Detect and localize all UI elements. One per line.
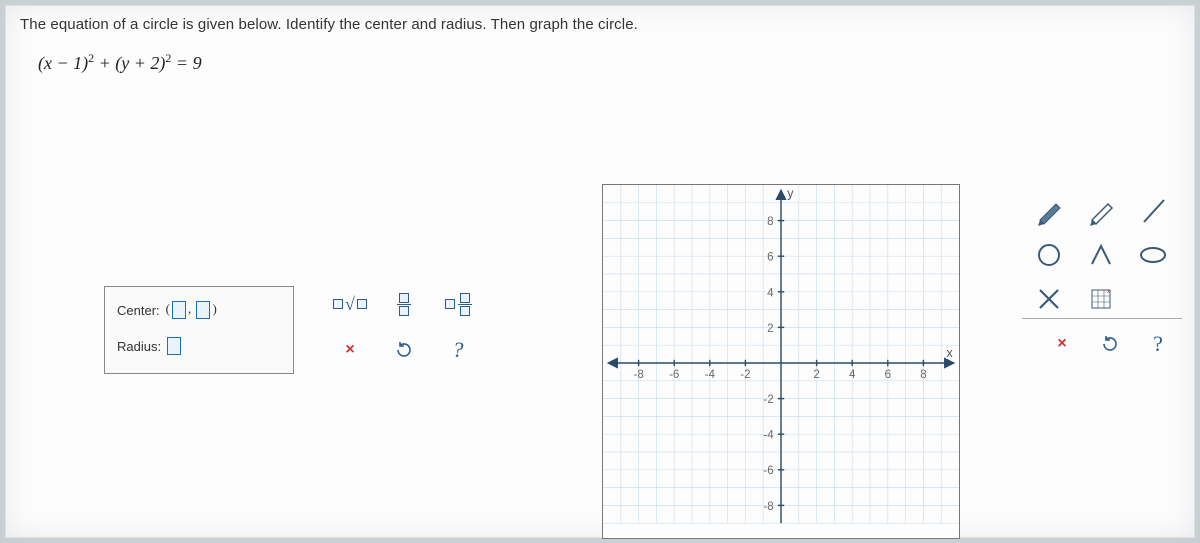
svg-text:-8: -8 xyxy=(763,501,773,513)
radius-row: Radius: xyxy=(117,337,281,355)
open-circle-icon[interactable] xyxy=(1026,234,1072,276)
svg-text:-4: -4 xyxy=(763,430,774,442)
pencil-fill-icon[interactable] xyxy=(1026,190,1072,232)
svg-text:8: 8 xyxy=(920,369,926,381)
svg-text:-2: -2 xyxy=(740,369,750,381)
fraction-button[interactable] xyxy=(380,284,428,324)
math-tool-palette: √ × ? xyxy=(326,284,490,370)
center-row: Center: (, ) xyxy=(117,301,281,319)
mixed-number-button[interactable] xyxy=(434,284,482,324)
radius-label: Radius: xyxy=(117,339,161,354)
graph-canvas[interactable]: -8 -6 -4 -2 2 4 6 8 8 6 4 2 -2 -4 -6 -8 x y xyxy=(602,184,960,539)
x-mark-icon[interactable] xyxy=(1026,278,1072,320)
x-axis-label: x xyxy=(947,346,954,360)
reset-graph-button[interactable] xyxy=(1090,326,1130,362)
svg-text:6: 6 xyxy=(885,369,891,381)
center-value: (, ) xyxy=(166,301,217,319)
clear-graph-button[interactable]: × xyxy=(1042,326,1082,362)
instruction-text: The equation of a circle is given below.… xyxy=(20,16,1180,33)
svg-text:-6: -6 xyxy=(763,465,773,477)
help-graph-button[interactable]: ? xyxy=(1138,326,1178,362)
sqrt-button[interactable]: √ xyxy=(326,284,374,324)
ellipse-tool-icon[interactable] xyxy=(1130,234,1176,276)
drawing-tool-palette: x xyxy=(1026,190,1176,320)
y-axis-label: y xyxy=(787,186,794,200)
svg-text:2: 2 xyxy=(813,369,819,381)
line-tool-icon[interactable] xyxy=(1130,190,1176,232)
answer-panel: Center: (, ) Radius: xyxy=(104,286,294,374)
svg-text:6: 6 xyxy=(767,252,773,264)
reset-input-button[interactable] xyxy=(380,330,428,370)
svg-text:4: 4 xyxy=(849,369,856,381)
equation: (x − 1)2 + (y + 2)2 = 9 xyxy=(38,51,1180,74)
help-input-button[interactable]: ? xyxy=(434,330,482,370)
angle-tool-icon[interactable] xyxy=(1078,234,1124,276)
radius-input[interactable] xyxy=(167,337,181,355)
svg-text:-2: -2 xyxy=(763,394,773,406)
svg-text:-6: -6 xyxy=(669,369,679,381)
center-x-input[interactable] xyxy=(172,301,186,319)
grid-target-icon[interactable]: x xyxy=(1078,278,1124,320)
svg-text:8: 8 xyxy=(767,216,773,228)
pencil-line-icon[interactable] xyxy=(1078,190,1124,232)
graph-action-palette: × ? xyxy=(1042,326,1178,362)
svg-text:2: 2 xyxy=(767,323,773,335)
tool-separator xyxy=(1022,318,1182,319)
worksheet: The equation of a circle is given below.… xyxy=(5,5,1195,538)
svg-text:-8: -8 xyxy=(633,369,643,381)
svg-text:-4: -4 xyxy=(705,369,716,381)
center-label: Center: xyxy=(117,303,160,318)
svg-text:4: 4 xyxy=(767,287,774,299)
center-y-input[interactable] xyxy=(196,301,210,319)
clear-input-button[interactable]: × xyxy=(326,330,374,370)
svg-text:x: x xyxy=(1107,289,1110,295)
